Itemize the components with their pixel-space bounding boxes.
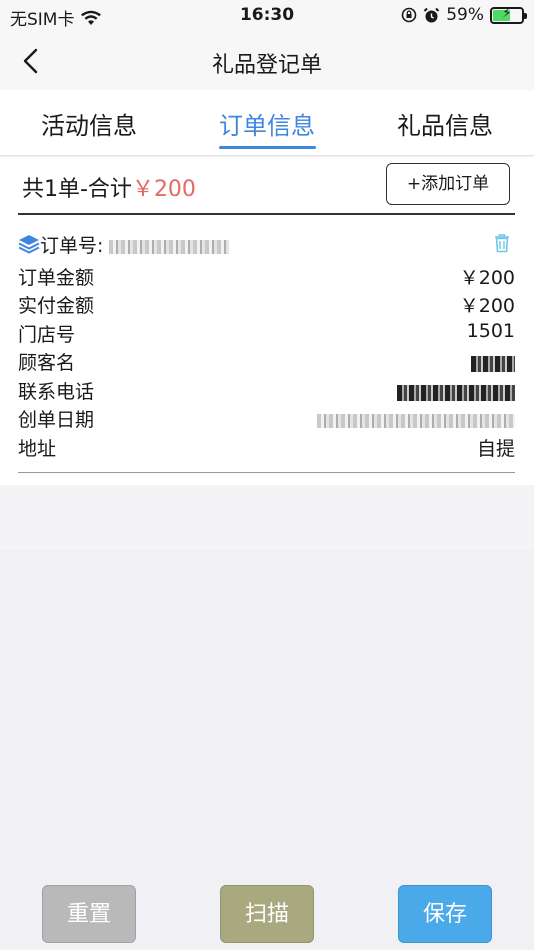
order-summary: 共1单-合计￥200 +添加订单 [0,157,534,215]
field-phone: 联系电话 [18,377,515,405]
order-number-label: 订单号: [40,235,104,257]
field-paid-amount: 实付金额 ￥200 [18,291,515,319]
field-label: 联系电话 [18,381,95,403]
field-value: 自提 [476,438,515,460]
layers-icon [18,235,40,254]
battery-percent: 59% [446,5,484,25]
add-order-button[interactable]: +添加订单 [386,163,510,205]
save-button[interactable]: 保存 [398,885,492,943]
tab-order-info[interactable]: 订单信息 [219,106,315,141]
order-card: 共1单-合计￥200 +添加订单 订单号: 订单金额 ￥200 实付金额 ￥20… [0,157,534,485]
summary-text: 共1单-合计￥200 [22,171,196,203]
orientation-lock-icon [401,7,417,23]
alarm-icon [423,7,440,22]
tab-gift-info[interactable]: 礼品信息 [397,106,493,141]
status-bar: 无SIM卡 16:30 59% ⚡ [0,0,534,32]
phone-redacted [397,381,515,403]
field-label: 门店号 [18,324,76,346]
field-order-amount: 订单金额 ￥200 [18,263,515,291]
background-band [0,485,534,550]
field-created-date: 创单日期 [18,405,515,433]
field-label: 顾客名 [18,352,76,374]
customer-name-redacted [471,352,515,374]
active-tab-indicator [219,146,316,149]
field-value: 1501 [466,320,515,342]
reset-button[interactable]: 重置 [42,885,136,943]
summary-prefix: 共1单-合计 [22,177,132,202]
divider [18,472,515,473]
page-title: 礼品登记单 [211,53,322,78]
scan-button[interactable]: 扫描 [220,885,314,943]
status-right: 59% ⚡ [401,5,527,25]
field-label: 地址 [18,438,57,460]
order-number-redacted [109,239,230,254]
field-store-number: 门店号 1501 [18,320,515,348]
battery-icon: ⚡ [490,5,527,24]
field-label: 实付金额 [18,295,95,317]
order-header: 订单号: [18,231,515,259]
field-value: ￥200 [459,295,515,317]
divider [18,213,515,215]
created-date-redacted [317,409,515,431]
field-value: ￥200 [459,267,515,289]
field-customer-name: 顾客名 [18,348,515,376]
summary-amount: ￥200 [131,177,196,202]
tab-activity-info[interactable]: 活动信息 [41,106,137,141]
trash-icon[interactable] [493,233,511,253]
field-label: 订单金额 [18,267,95,289]
navigation-bar: 礼品登记单 [0,32,534,90]
order-number: 订单号: [40,231,230,258]
field-address: 地址 自提 [18,434,515,462]
field-label: 创单日期 [18,409,95,431]
charging-bolt-icon: ⚡ [502,5,512,21]
